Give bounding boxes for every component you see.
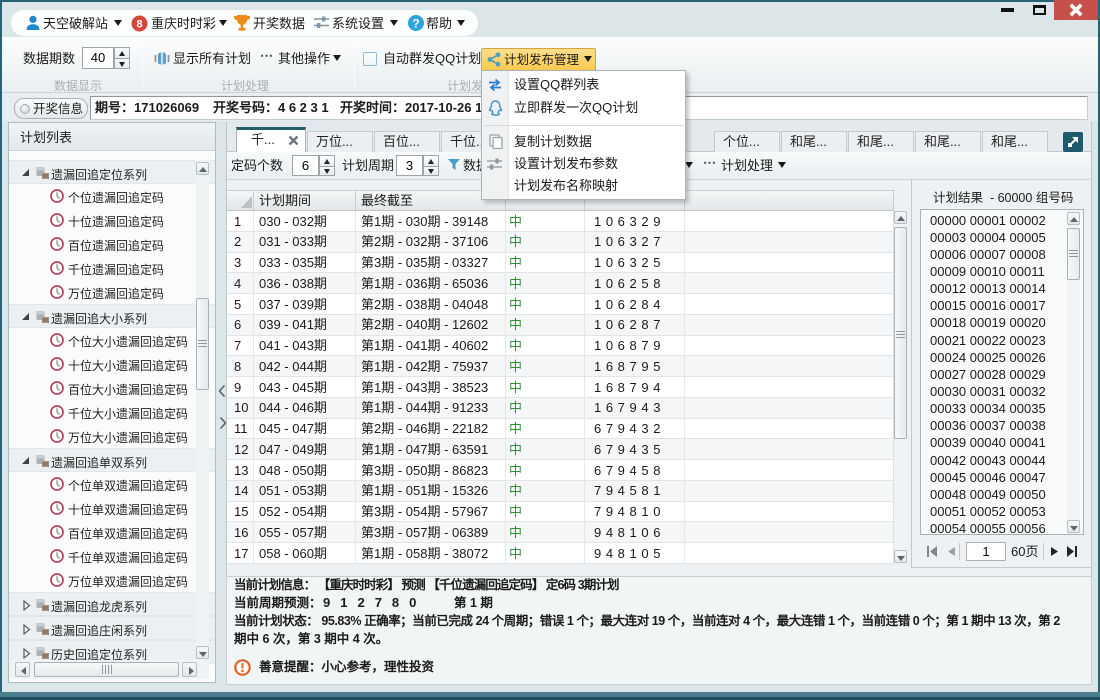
svg-text:8: 8 [136,19,142,31]
svg-text:?: ? [412,16,419,30]
